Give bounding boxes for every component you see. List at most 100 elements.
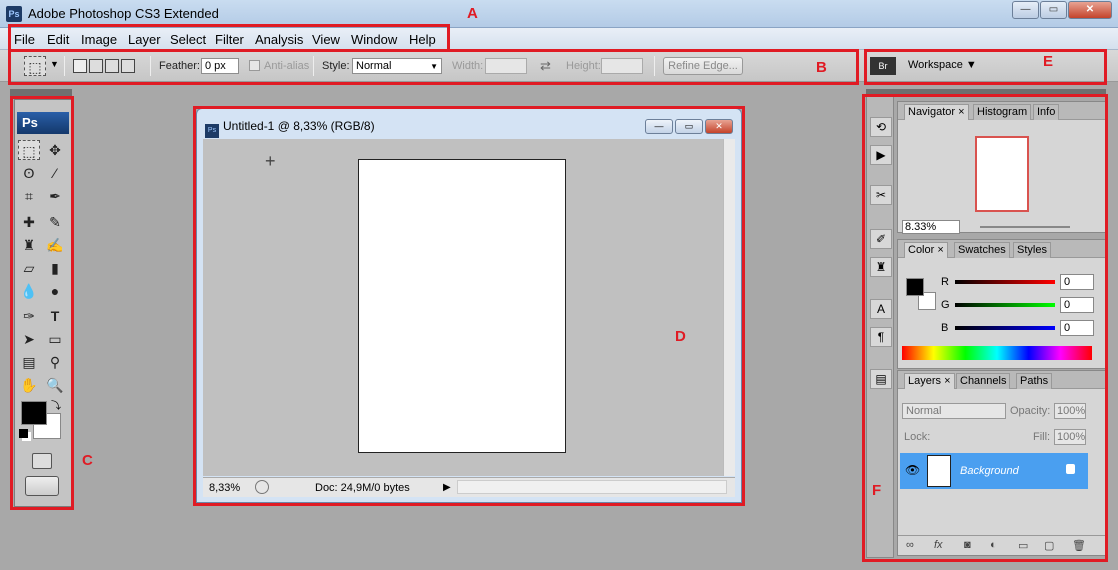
blue-slider[interactable] [955,326,1055,330]
menu-image[interactable]: Image [81,32,117,47]
tab-color[interactable]: Color × [904,242,948,258]
green-value[interactable]: 0 [1060,297,1094,313]
eyedropper-slice-tool-icon[interactable]: ✒ [44,186,66,206]
history-brush-tool-icon[interactable]: ✍ [44,235,66,255]
feather-input[interactable]: 0 px [201,58,239,74]
rectangle-shape-tool-icon[interactable]: ▭ [44,329,66,349]
chevron-down-icon[interactable]: ▼ [50,59,59,69]
character-panel-icon[interactable]: A [870,299,892,319]
tab-styles[interactable]: Styles [1013,242,1051,258]
zoom-tool-icon[interactable]: 🔍 [44,375,66,395]
intersect-selection-icon[interactable] [121,59,135,73]
canvas-area[interactable]: + [203,139,723,476]
horizontal-scrollbar[interactable] [457,480,727,494]
menu-view[interactable]: View [312,32,340,47]
link-layers-icon[interactable]: ∞ [906,539,914,551]
new-selection-icon[interactable] [73,59,87,73]
lasso-tool-icon[interactable]: ʘ [18,163,40,183]
screen-mode-icon[interactable] [25,476,59,496]
color-spectrum[interactable] [902,346,1092,360]
move-tool-icon[interactable]: ✥ [44,140,66,160]
default-colors-icon[interactable] [19,429,28,438]
brushes-panel-icon[interactable]: ✐ [870,229,892,249]
status-options-icon[interactable] [255,480,269,494]
blur-tool-icon[interactable]: 💧 [18,281,40,301]
height-input[interactable] [601,58,643,74]
panel-dock-strip[interactable] [866,89,1106,97]
crop-tool-icon[interactable]: ⌗ [18,186,40,206]
healing-brush-tool-icon[interactable]: ✚ [18,212,40,232]
adjustment-layer-icon[interactable]: ◐ [990,539,997,551]
layer-comps-panel-icon[interactable]: ▤ [870,369,892,389]
tab-swatches[interactable]: Swatches [954,242,1010,258]
swap-colors-icon[interactable]: ⤵ [51,397,61,412]
canvas-page[interactable] [358,159,566,453]
path-selection-tool-icon[interactable]: ➤ [18,329,40,349]
tool-presets-panel-icon[interactable]: ✂ [870,185,892,205]
tab-paths[interactable]: Paths [1016,373,1053,389]
subtract-selection-icon[interactable] [105,59,119,73]
blend-mode-select[interactable]: Normal [902,403,1006,419]
menu-edit[interactable]: Edit [47,32,69,47]
eraser-tool-icon[interactable]: ▱ [18,258,40,278]
minimize-button[interactable]: — [1012,1,1039,19]
red-slider[interactable] [955,280,1055,284]
vertical-scrollbar[interactable] [723,139,735,476]
navigator-preview[interactable] [975,136,1029,212]
opacity-input[interactable]: 100% [1054,403,1086,419]
layer-mask-icon[interactable]: ◙ [964,539,971,551]
dodge-tool-icon[interactable]: ● [44,281,66,301]
eyedropper-tool-icon[interactable]: ⚲ [44,352,66,372]
type-tool-icon[interactable]: T [44,306,66,326]
red-value[interactable]: 0 [1060,274,1094,290]
eye-visibility-icon[interactable]: 👁 [905,463,920,477]
bridge-icon[interactable]: Br [870,57,896,75]
status-menu-arrow-icon[interactable]: ▶ [443,482,451,493]
paragraph-panel-icon[interactable]: ¶ [870,327,892,347]
menu-window[interactable]: Window [351,32,397,47]
trash-icon[interactable]: 🗑 [1072,539,1086,552]
color-fg-swatch[interactable] [906,278,924,296]
rectangular-marquee-tool-icon[interactable]: ⬚ [18,140,40,160]
antialias-checkbox[interactable] [249,60,260,71]
clone-source-panel-icon[interactable]: ♜ [870,257,892,277]
close-button[interactable]: ✕ [1068,1,1112,19]
width-input[interactable] [485,58,527,74]
add-selection-icon[interactable] [89,59,103,73]
menu-filter[interactable]: Filter [215,32,244,47]
navigator-zoom-input[interactable]: 8.33% [902,220,960,234]
layer-name[interactable]: Background [960,465,1019,477]
tab-info[interactable]: Info [1033,104,1060,120]
new-group-icon[interactable]: ▭ [1018,539,1028,552]
foreground-color-swatch[interactable] [21,401,47,425]
menu-select[interactable]: Select [170,32,206,47]
new-layer-icon[interactable]: ▢ [1044,539,1054,552]
zoom-level[interactable]: 8,33% [209,482,240,494]
blue-value[interactable]: 0 [1060,320,1094,336]
tab-channels[interactable]: Channels [956,373,1011,389]
menu-help[interactable]: Help [409,32,436,47]
doc-close-button[interactable]: ✕ [705,119,733,134]
notes-tool-icon[interactable]: ▤ [18,352,40,372]
layer-row[interactable]: 👁 Background [900,453,1088,489]
tab-navigator[interactable]: Navigator × [904,104,969,120]
style-select[interactable]: Normal ▼ [352,58,442,74]
tab-layers[interactable]: Layers × [904,373,955,389]
pen-tool-icon[interactable]: ✑ [18,306,40,326]
doc-minimize-button[interactable]: — [645,119,673,134]
workspace-button[interactable]: Workspace ▼ [908,59,978,77]
menu-analysis[interactable]: Analysis [255,32,303,47]
green-slider[interactable] [955,303,1055,307]
menu-file[interactable]: File [14,32,35,47]
tab-histogram[interactable]: Histogram [973,104,1032,120]
fill-input[interactable]: 100% [1054,429,1086,445]
actions-panel-icon[interactable]: ▶ [870,145,892,165]
maximize-button[interactable]: ▭ [1040,1,1067,19]
marquee-tool-preset-icon[interactable]: ⬚ [24,56,46,76]
hand-tool-icon[interactable]: ✋ [18,375,40,395]
menu-layer[interactable]: Layer [128,32,161,47]
refine-edge-button[interactable]: Refine Edge... [663,57,743,75]
navigator-zoom-slider[interactable] [980,226,1070,228]
brush-tool-icon[interactable]: ✎ [44,212,66,232]
quick-mask-icon[interactable] [32,453,52,469]
